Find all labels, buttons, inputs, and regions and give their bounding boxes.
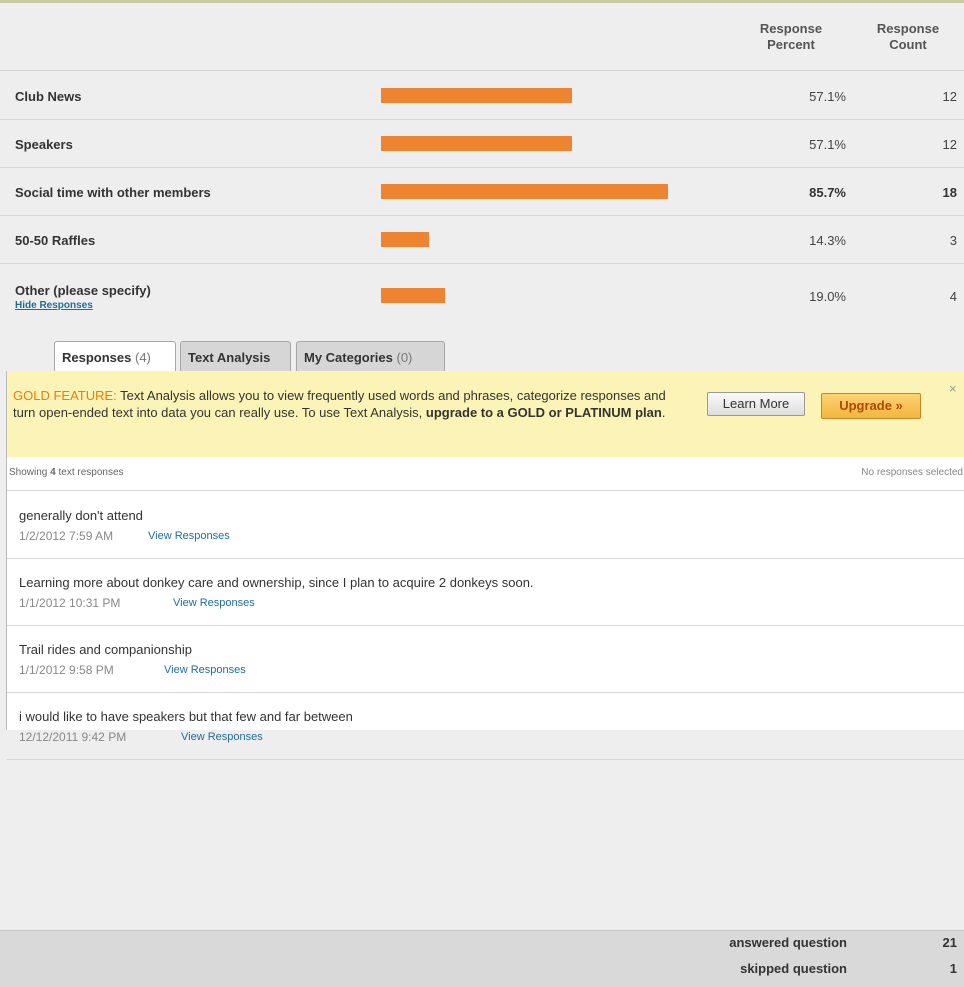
survey-question-summary: Response Percent Response Count Club New… — [0, 0, 964, 987]
response-text: Learning more about donkey care and owne… — [19, 575, 534, 590]
skipped-question-label: skipped question — [740, 961, 847, 976]
response-percent-header: Response Percent — [759, 21, 823, 52]
close-icon[interactable]: × — [949, 381, 957, 396]
list-item[interactable]: i would like to have speakers but that f… — [7, 693, 964, 760]
answer-row-social-time: Social time with other members 85.7% 18 — [0, 168, 964, 216]
list-item[interactable]: Learning more about donkey care and owne… — [7, 559, 964, 626]
showing-suffix: text responses — [55, 467, 124, 478]
selection-status: No responses selected — [861, 467, 963, 478]
tab-count: (4) — [135, 350, 151, 365]
hide-responses-link[interactable]: Hide Responses — [15, 300, 93, 311]
response-date: 1/2/2012 7:59 AM — [19, 529, 114, 543]
learn-more-button[interactable]: Learn More — [707, 392, 805, 416]
gold-feature-end: . — [661, 405, 666, 420]
response-date: 1/1/2012 10:31 PM — [19, 596, 121, 610]
view-responses-link[interactable]: View Responses — [148, 530, 230, 542]
table-header: Response Percent Response Count — [0, 3, 964, 71]
response-text: i would like to have speakers but that f… — [19, 709, 353, 724]
answer-label: Speakers — [15, 137, 73, 152]
answer-row-speakers: Speakers 57.1% 12 — [0, 120, 964, 168]
answer-row-raffles: 50-50 Raffles 14.3% 3 — [0, 216, 964, 264]
tab-text-analysis[interactable]: Text Analysis — [180, 341, 291, 371]
response-text: Trail rides and companionship — [19, 642, 192, 657]
answer-bar — [381, 136, 572, 151]
summary-footer: answered question 21 skipped question 1 — [0, 930, 964, 987]
showing-prefix: Showing — [9, 467, 51, 478]
response-count-header: Response Count — [876, 21, 940, 52]
responses-panel: GOLD FEATURE: Text Analysis allows you t… — [6, 371, 964, 760]
answer-label: Club News — [15, 89, 82, 104]
tab-label: Responses — [62, 350, 132, 365]
answer-bar — [381, 288, 445, 303]
answer-count: 4 — [949, 289, 957, 304]
answer-label: Other (please specify) — [15, 283, 151, 298]
response-date: 12/12/2011 9:42 PM — [19, 730, 127, 744]
answer-bar — [381, 184, 668, 199]
tab-responses[interactable]: Responses (4) — [54, 341, 176, 372]
response-date: 1/1/2012 9:58 PM — [19, 663, 114, 677]
gold-feature-emph: upgrade to a GOLD or PLATINUM plan — [425, 405, 662, 420]
answer-bar — [381, 232, 429, 247]
answer-percent: 85.7% — [809, 185, 846, 200]
view-responses-link[interactable]: View Responses — [173, 597, 255, 609]
answered-question-count: 21 — [942, 935, 957, 950]
answer-bar — [381, 88, 572, 103]
tab-label: My Categories — [304, 350, 393, 365]
view-responses-link[interactable]: View Responses — [181, 731, 263, 743]
answer-count: 12 — [942, 137, 957, 152]
list-item[interactable]: Trail rides and companionship 1/1/2012 9… — [7, 626, 964, 693]
answer-label: 50-50 Raffles — [15, 233, 96, 248]
showing-bar: Showing 4 text responses No responses se… — [7, 457, 964, 491]
answer-count: 18 — [942, 185, 957, 200]
gold-feature-banner: GOLD FEATURE: Text Analysis allows you t… — [7, 371, 964, 457]
gold-feature-title: GOLD FEATURE: — [13, 388, 117, 403]
list-item[interactable]: generally don't attend 1/2/2012 7:59 AM … — [7, 492, 964, 559]
tab-count: (0) — [396, 350, 413, 365]
tab-my-categories[interactable]: My Categories (0) — [296, 341, 445, 371]
answer-percent: 19.0% — [809, 289, 846, 304]
response-text: generally don't attend — [19, 508, 143, 523]
gold-feature-text: GOLD FEATURE: Text Analysis allows you t… — [13, 387, 673, 421]
upgrade-button[interactable]: Upgrade » — [821, 393, 921, 419]
answered-question-label: answered question — [729, 935, 847, 950]
answer-label: Social time with other members — [15, 185, 211, 200]
answer-percent: 14.3% — [809, 233, 846, 248]
tab-label: Text Analysis — [188, 350, 271, 365]
answer-percent: 57.1% — [809, 137, 846, 152]
answer-count: 3 — [949, 233, 957, 248]
answer-percent: 57.1% — [809, 89, 846, 104]
showing-count-text: Showing 4 text responses — [9, 467, 124, 478]
skipped-question-count: 1 — [949, 961, 957, 976]
answer-count: 12 — [942, 89, 957, 104]
answer-row-other: Other (please specify) Hide Responses 19… — [0, 264, 964, 334]
answer-row-club-news: Club News 57.1% 12 — [0, 72, 964, 120]
view-responses-link[interactable]: View Responses — [164, 664, 246, 676]
